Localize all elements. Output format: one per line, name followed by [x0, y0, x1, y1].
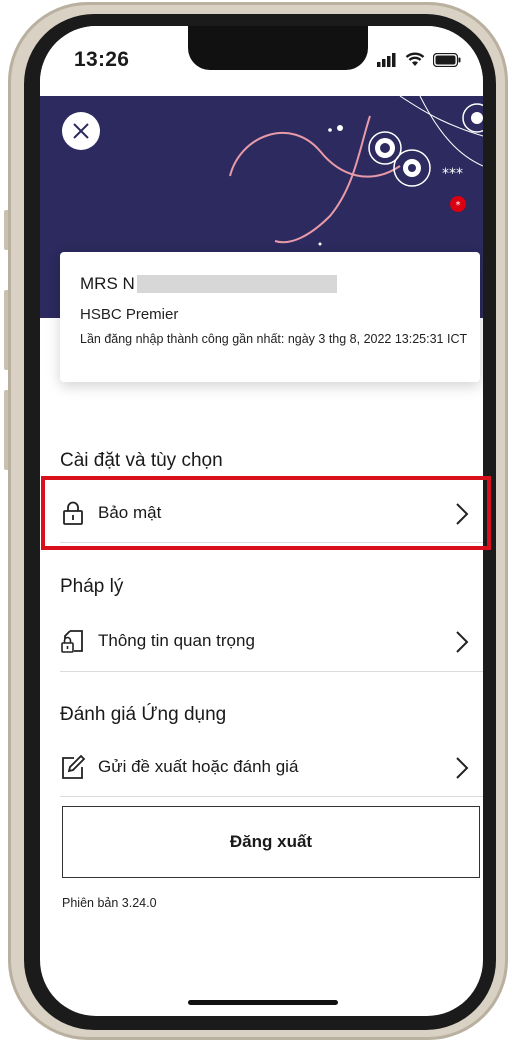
chevron-right-icon	[456, 757, 469, 779]
name-redaction	[136, 275, 337, 293]
status-bar: 13:26	[40, 26, 483, 96]
profile-name: MRS N	[80, 274, 135, 293]
notch	[188, 26, 368, 70]
highlight-box	[41, 476, 491, 550]
battery-icon	[433, 52, 461, 67]
menu-item-label: Thông tin quan trọng	[98, 631, 255, 650]
menu-item-feedback[interactable]: Gửi đề xuất hoặc đánh giá	[40, 740, 483, 796]
profile-name-row: MRS N	[80, 274, 337, 294]
status-time: 13:26	[74, 48, 130, 71]
menu-item-label: Gửi đề xuất hoặc đánh giá	[98, 757, 299, 776]
section-title-settings: Cài đặt và tùy chọn	[60, 450, 223, 471]
home-indicator[interactable]	[188, 1000, 338, 1005]
document-lock-icon	[61, 630, 83, 653]
profile-tier: HSBC Premier	[80, 306, 179, 323]
section-title-legal: Pháp lý	[60, 576, 124, 597]
app-version: Phiên bản 3.24.0	[62, 896, 157, 910]
close-button[interactable]	[62, 112, 100, 150]
signal-icon	[377, 52, 396, 67]
wifi-icon	[405, 52, 425, 66]
svg-text:*: *	[456, 200, 461, 211]
divider	[60, 671, 483, 672]
divider	[60, 796, 483, 797]
chevron-right-icon	[456, 631, 469, 653]
menu-item-important-info[interactable]: Thông tin quan trọng	[40, 614, 483, 670]
edit-icon	[62, 754, 86, 779]
close-icon	[73, 123, 89, 139]
svg-text:***: ***	[442, 166, 463, 182]
profile-card: MRS N HSBC Premier Lần đăng nhập thành c…	[60, 252, 480, 382]
last-login-info: Lần đăng nhập thành công gần nhất: ngày …	[80, 332, 468, 346]
status-icons	[377, 52, 461, 67]
logout-button[interactable]: Đăng xuất	[62, 806, 480, 878]
section-title-rating: Đánh giá Ứng dụng	[60, 704, 227, 725]
